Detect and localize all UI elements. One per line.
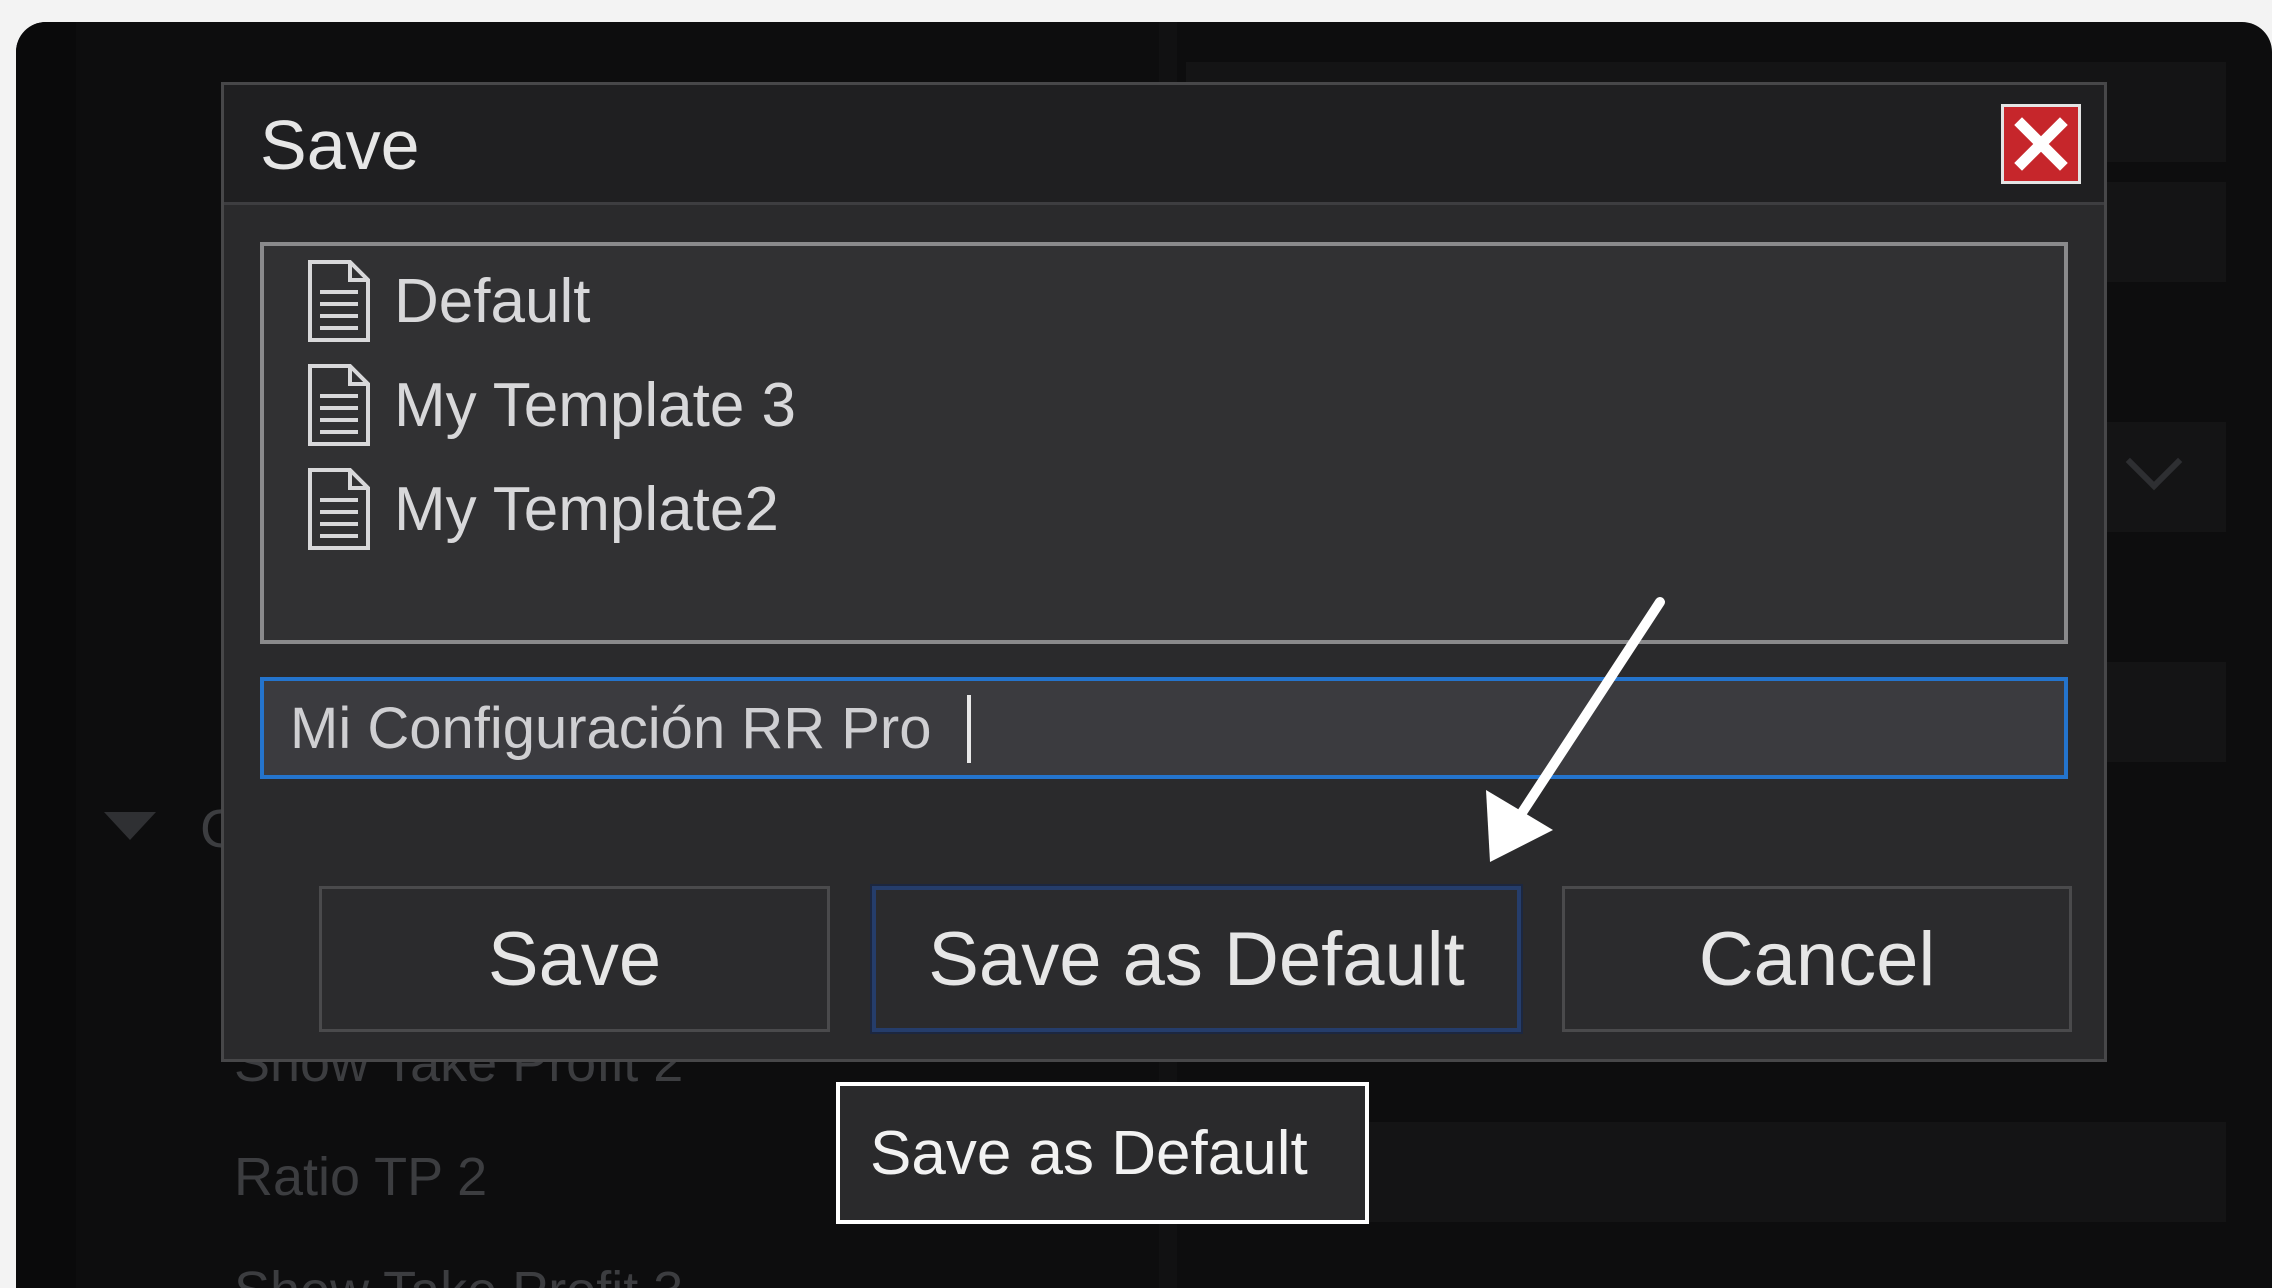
- save-dialog: Save Default My Template 3 My Template2 …: [221, 82, 2107, 1062]
- template-list[interactable]: Default My Template 3 My Template2: [260, 242, 2068, 644]
- cancel-button[interactable]: Cancel: [1562, 886, 2072, 1032]
- list-item[interactable]: Default: [306, 256, 590, 346]
- template-name: My Template2: [394, 474, 779, 544]
- background-setting-label: Ratio TP 2: [234, 1147, 488, 1207]
- template-name: My Template 3: [394, 370, 797, 440]
- text-cursor: [967, 695, 971, 763]
- list-item[interactable]: My Template2: [306, 464, 779, 554]
- document-icon: [308, 468, 370, 550]
- save-button[interactable]: Save: [319, 886, 830, 1032]
- list-item[interactable]: My Template 3: [306, 360, 796, 450]
- background-setting-label: Show Take Profit 3: [234, 1260, 683, 1288]
- template-name: Default: [394, 266, 591, 336]
- close-x-icon: [2014, 117, 2068, 171]
- background-sidebar: [16, 22, 76, 1288]
- collapse-caret-icon[interactable]: [104, 812, 156, 840]
- save-as-default-button[interactable]: Save as Default: [872, 886, 1521, 1032]
- document-icon: [308, 364, 370, 446]
- dialog-titlebar[interactable]: Save: [224, 85, 2104, 205]
- template-name-input[interactable]: [260, 677, 2068, 779]
- document-icon: [308, 260, 370, 342]
- dialog-title: Save: [260, 106, 420, 184]
- close-button[interactable]: [2001, 104, 2081, 184]
- save-as-default-tooltip: Save as Default: [836, 1082, 1369, 1224]
